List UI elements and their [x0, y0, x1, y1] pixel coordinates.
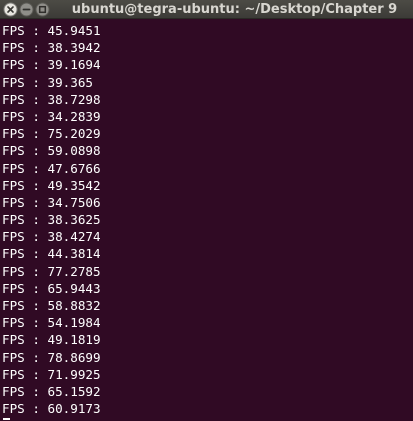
close-icon[interactable] [3, 2, 18, 17]
terminal-line: FPS : 59.0898 [2, 143, 101, 159]
terminal-line: FPS : 65.1592 [2, 383, 101, 399]
terminal-line: FPS : 71.9925 [2, 366, 101, 382]
terminal-line: FPS : 75.2029 [2, 126, 101, 142]
text-cursor [3, 418, 10, 421]
window-title: ubuntu@tegra-ubuntu: ~/Desktop/Chapter 9 [71, 2, 398, 17]
minimize-icon[interactable] [19, 2, 34, 17]
terminal-line: FPS : 60.9173 [2, 401, 101, 417]
terminal-line: FPS : 39.1694 [2, 57, 101, 73]
terminal-cursor-line [2, 417, 413, 421]
terminal-line: FPS : 39.365 [2, 74, 93, 90]
terminal-line: FPS : 49.1819 [2, 332, 101, 348]
terminal-line: FPS : 38.7298 [2, 91, 101, 107]
terminal-line: FPS : 38.3942 [2, 40, 101, 56]
terminal-line: FPS : 78.8699 [2, 349, 101, 365]
terminal-line: FPS : 54.1984 [2, 315, 101, 331]
terminal-line: FPS : 77.2785 [2, 263, 101, 279]
terminal-line: FPS : 34.7506 [2, 194, 101, 210]
terminal-line: FPS : 34.2839 [2, 108, 101, 124]
terminal-output[interactable]: FPS : 45.9451 FPS : 38.3942 FPS : 39.169… [2, 22, 413, 421]
terminal-line: FPS : 65.9443 [2, 280, 101, 296]
terminal-line: FPS : 49.3542 [2, 177, 101, 193]
maximize-icon[interactable] [35, 2, 50, 17]
terminal-line: FPS : 47.6766 [2, 160, 101, 176]
window-titlebar[interactable]: ubuntu@tegra-ubuntu: ~/Desktop/Chapter 9 [0, 0, 413, 19]
window-controls [3, 2, 50, 17]
terminal-line: FPS : 44.3814 [2, 246, 101, 262]
terminal-line: FPS : 45.9451 [2, 23, 101, 38]
terminal-window: ubuntu@tegra-ubuntu: ~/Desktop/Chapter 9… [0, 0, 413, 421]
terminal-line: FPS : 38.4274 [2, 229, 101, 245]
terminal-line: FPS : 38.3625 [2, 212, 101, 228]
terminal-line: FPS : 58.8832 [2, 298, 101, 313]
